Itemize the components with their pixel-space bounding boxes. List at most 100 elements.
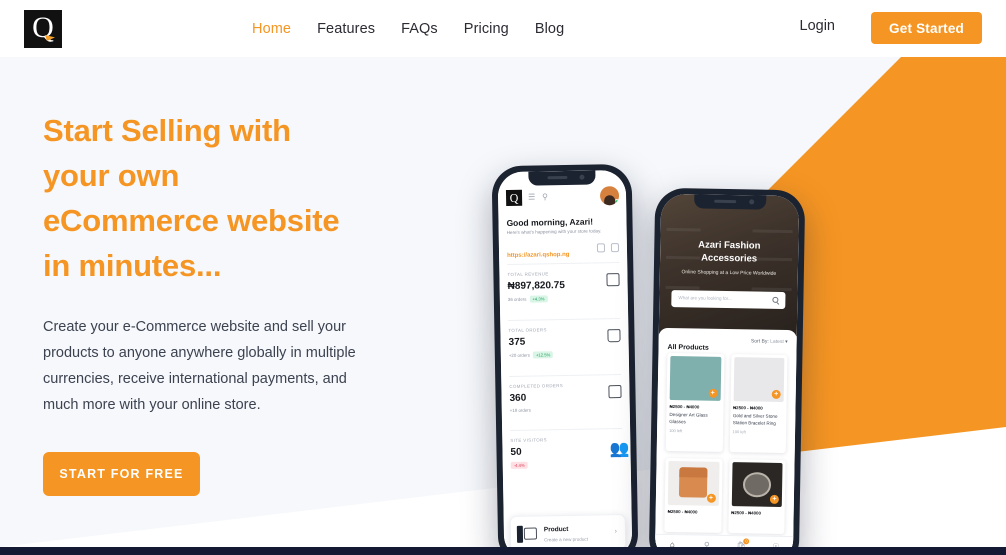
add-to-cart-icon[interactable]: + <box>708 388 718 398</box>
camera-icon <box>749 199 755 205</box>
dashboard-content: Q ☰ ⚲ Good morning, Azari! Here's what's… <box>497 169 633 555</box>
nav-item-pricing[interactable]: Pricing <box>464 21 509 37</box>
product-name: Designer Art Glass Glasses <box>669 412 708 424</box>
add-to-cart-icon[interactable]: + <box>771 389 781 399</box>
product-card[interactable]: + ₦2500 - ₦4000 Designer Art Glass Glass… <box>665 352 724 452</box>
stat-value: 360 <box>509 392 527 404</box>
storefront-phone-mockup: Azari Fashion Accessories Online Shoppin… <box>648 187 806 555</box>
product-price: ₦2500 - ₦4000 <box>667 508 698 515</box>
dashboard-topbar: Q ☰ ⚲ <box>498 186 626 210</box>
products-header: All Products Sort By: Latest ▾ <box>667 336 788 352</box>
speaker-icon <box>714 199 736 204</box>
sort-by-label: Sort By: <box>750 338 769 345</box>
add-to-cart-icon[interactable]: + <box>706 493 716 503</box>
product-card[interactable]: + ₦2500 - ₦4000 <box>664 457 723 533</box>
product-image-bag: + <box>667 460 720 506</box>
add-to-cart-icon[interactable]: + <box>769 494 779 504</box>
stat-meta: 36 orders +4.3% <box>508 294 620 303</box>
storefront-content: Azari Fashion Accessories Online Shoppin… <box>654 193 800 555</box>
stat-label: TOTAL ORDERS <box>508 327 547 333</box>
store-url-row: https://azari.qshop.ng <box>507 242 620 259</box>
store-title: Azari Fashion Accessories <box>660 238 798 266</box>
product-grid: + ₦2500 - ₦4000 Designer Art Glass Glass… <box>664 352 788 535</box>
brand-logo[interactable]: Q <box>24 10 62 48</box>
product-price: ₦2500 - ₦4000 <box>731 510 761 516</box>
search-icon[interactable] <box>772 296 779 303</box>
landing-page: Q Home Features FAQs Pricing Blog Login … <box>0 0 1006 555</box>
stat-label: SITE VISITORS <box>510 437 547 443</box>
login-link[interactable]: Login <box>800 18 835 34</box>
product-thumb-icon <box>516 525 538 543</box>
nav-item-faqs[interactable]: FAQs <box>401 21 438 37</box>
product-qty: 100 left <box>732 429 746 435</box>
dashboard-greeting-subtitle: Here's what's happening with your store … <box>506 228 602 235</box>
store-url[interactable]: https://azari.qshop.ng <box>507 252 569 259</box>
online-status-dot <box>614 199 620 205</box>
wallet-icon <box>606 273 620 287</box>
stat-site-visitors: SITE VISITORS 50 -4.4% 👥 <box>510 428 630 469</box>
search-placeholder: What are you looking for... <box>678 295 732 302</box>
stat-meta-text: +18 orders <box>509 407 531 413</box>
create-product-subtitle: Create a new product <box>544 536 589 543</box>
product-price: ₦2500 - ₦4000 <box>732 405 763 411</box>
clipboard-icon <box>608 385 622 399</box>
nav-item-home[interactable]: Home <box>252 21 291 37</box>
stat-meta: +18 orders <box>510 406 622 413</box>
nav-item-features[interactable]: Features <box>317 21 375 37</box>
chevron-down-icon: ▾ <box>785 339 788 346</box>
phone-mockups: Q ☰ ⚲ Good morning, Azari! Here's what's… <box>0 57 1006 555</box>
stat-chip: +12.5% <box>532 351 554 359</box>
copy-icon[interactable] <box>596 243 606 253</box>
products-sheet: All Products Sort By: Latest ▾ + ₦2500 -… <box>654 327 797 555</box>
stat-value: ₦897,820.75 <box>507 279 565 292</box>
store-search-input[interactable]: What are you looking for... <box>671 290 786 310</box>
get-started-button[interactable]: Get Started <box>871 12 982 44</box>
sort-by-control[interactable]: Sort By: Latest ▾ <box>751 338 788 345</box>
chevron-right-icon: › <box>614 528 617 536</box>
store-title-line-1: Azari Fashion <box>698 239 761 252</box>
stat-chip: -4.4% <box>510 461 528 469</box>
stat-label: TOTAL REVENUE <box>507 271 549 277</box>
bag-icon <box>607 329 621 343</box>
stat-chip: +4.3% <box>529 295 548 303</box>
stat-value: 50 <box>510 446 522 458</box>
store-title-line-2: Accessories <box>701 252 758 265</box>
product-price: ₦2500 - ₦4000 <box>669 404 700 410</box>
share-icon[interactable] <box>610 243 620 253</box>
dashboard-screen: Q ☰ ⚲ Good morning, Azari! Here's what's… <box>497 169 633 555</box>
product-image-watch: + <box>731 462 783 507</box>
search-icon[interactable]: ⚲ <box>542 192 548 201</box>
site-header: Q Home Features FAQs Pricing Blog Login … <box>0 0 1006 57</box>
stat-total-orders: TOTAL ORDERS 375 +20 orders +12.5% <box>508 318 621 359</box>
stat-meta-text: +20 orders <box>508 352 530 358</box>
users-icon: 👥 <box>609 440 630 459</box>
product-name: Gold and Silver Stone Station Bracelet R… <box>732 413 778 426</box>
phone-notch <box>528 170 596 186</box>
product-qty: 100 left <box>669 427 683 434</box>
avatar[interactable] <box>599 186 620 206</box>
section-title: All Products <box>667 343 709 352</box>
store-hero-banner: Azari Fashion Accessories Online Shoppin… <box>658 193 800 337</box>
camera-icon <box>579 174 585 180</box>
stat-value: 375 <box>508 336 526 348</box>
stat-meta: -4.4% <box>510 460 623 469</box>
speaker-icon <box>547 175 568 180</box>
nav-item-blog[interactable]: Blog <box>535 21 564 37</box>
stat-total-revenue: TOTAL REVENUE ₦897,820.75 36 orders +4.3% <box>507 262 620 303</box>
product-image-rings: + <box>733 357 785 402</box>
stat-completed-orders: COMPLETED ORDERS 360 +18 orders <box>509 374 622 413</box>
product-card[interactable]: + ₦2500 - ₦4000 Gold and Silver Stone St… <box>729 354 788 454</box>
menu-icon[interactable]: ☰ <box>528 192 535 201</box>
product-card[interactable]: + ₦2500 - ₦4000 <box>727 459 786 535</box>
dashboard-greeting: Good morning, Azari! <box>506 216 594 228</box>
storefront-screen: Azari Fashion Accessories Online Shoppin… <box>654 193 800 555</box>
stat-label: COMPLETED ORDERS <box>509 383 564 389</box>
phone-notch <box>694 194 767 210</box>
stat-meta: +20 orders +12.5% <box>509 350 621 359</box>
sort-by-value: Latest <box>770 338 784 345</box>
main-nav: Home Features FAQs Pricing Blog <box>252 0 564 57</box>
page-bottom-bar <box>0 547 1006 555</box>
create-product-title: Product <box>543 525 569 534</box>
dashboard-logo[interactable]: Q <box>505 189 523 207</box>
product-image-glasses: + <box>669 356 721 401</box>
